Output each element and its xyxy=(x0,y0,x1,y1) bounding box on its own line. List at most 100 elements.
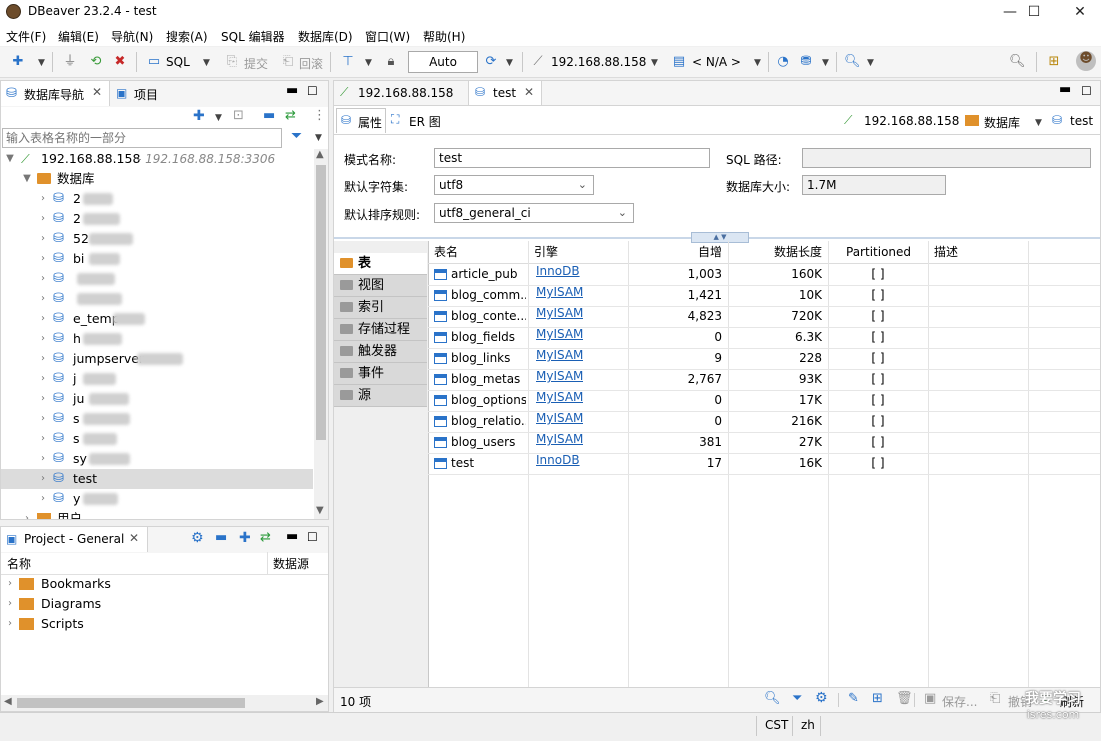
global-search-icon[interactable]: 🔍︎ xyxy=(1009,54,1026,70)
disconnect-icon[interactable]: ✖ xyxy=(112,54,128,70)
column-partitioned[interactable]: Partitioned xyxy=(846,241,911,263)
minimize-view-icon[interactable]: ▬ xyxy=(286,529,298,544)
table-row[interactable]: blog_users MyISAM 381 27K [ ] xyxy=(428,432,1100,453)
breadcrumb-connection[interactable]: 192.168.88.158 xyxy=(864,114,959,128)
editor-tab-test[interactable]: ⛁ test ✕ xyxy=(468,81,542,105)
new-folder-icon[interactable]: ⊡ xyxy=(233,108,244,123)
view-menu-icon[interactable]: ⋮ xyxy=(313,108,326,123)
tree-database-item[interactable]: › ⛁ xyxy=(1,289,313,309)
engine-link[interactable]: MyISAM xyxy=(536,303,583,324)
engine-link[interactable]: MyISAM xyxy=(536,387,583,408)
dashboard-icon[interactable]: ◔ xyxy=(775,54,791,70)
table-row[interactable]: blog_conte... MyISAM 4,823 720K [ ] xyxy=(428,306,1100,327)
partitioned-checkbox[interactable]: [ ] xyxy=(828,285,928,306)
tab-procedures[interactable]: 存储过程 xyxy=(334,319,427,341)
tree-database-item[interactable]: › ⛁ 52 xyxy=(1,229,313,249)
maximize-button[interactable]: ☐ xyxy=(1011,0,1057,24)
close-button[interactable]: ✕ xyxy=(1057,0,1101,24)
tab-tables[interactable]: 表 xyxy=(334,253,427,275)
partitioned-checkbox[interactable]: [ ] xyxy=(828,306,928,327)
tree-database-item[interactable]: › ⛁ h xyxy=(1,329,313,349)
sql-button[interactable]: SQL xyxy=(166,55,190,69)
search-icon[interactable]: 🔍︎ xyxy=(764,691,781,706)
add-row-icon[interactable]: ⊞ xyxy=(872,691,883,706)
transaction-mode-field[interactable]: Auto xyxy=(408,51,478,73)
partitioned-checkbox[interactable]: [ ] xyxy=(828,348,928,369)
transaction-mode-icon[interactable]: ⊤ xyxy=(340,54,356,70)
sql-path-field[interactable] xyxy=(802,148,1091,168)
gear-icon[interactable]: ⚙ xyxy=(815,690,828,706)
tree-database-item[interactable]: › ⛁ y xyxy=(1,489,313,509)
tab-events[interactable]: 事件 xyxy=(334,363,427,385)
close-icon[interactable]: ✕ xyxy=(129,531,139,545)
scrollbar-thumb[interactable] xyxy=(316,165,326,440)
menu-edit[interactable]: 编辑(E) xyxy=(58,28,99,45)
revert-button[interactable]: 撤销 xyxy=(1008,693,1032,710)
partitioned-checkbox[interactable]: [ ] xyxy=(828,453,928,474)
sql-editor-icon[interactable]: ▭ xyxy=(146,54,162,70)
table-row[interactable]: blog_options MyISAM 0 17K [ ] xyxy=(428,390,1100,411)
column-description[interactable]: 描述 xyxy=(934,241,958,263)
navigator-scrollbar[interactable]: ▲ ▼ xyxy=(314,149,328,519)
chevron-down-icon[interactable]: ▼ xyxy=(1035,118,1042,128)
partitioned-checkbox[interactable]: [ ] xyxy=(828,432,928,453)
table-row[interactable]: blog_comm... MyISAM 1,421 10K [ ] xyxy=(428,285,1100,306)
editor-tab-connection[interactable]: ⟋ 192.168.88.158 xyxy=(334,81,466,105)
maximize-view-icon[interactable]: ☐ xyxy=(1081,84,1092,98)
minimize-view-icon[interactable]: ▬ xyxy=(286,83,298,98)
chevron-down-icon[interactable]: ▼ xyxy=(365,58,372,68)
filter-icon[interactable]: ⏷ xyxy=(792,691,802,706)
history-icon[interactable]: ⟳ xyxy=(483,54,499,70)
tree-database-item[interactable]: › ⛁ j xyxy=(1,369,313,389)
engine-link[interactable]: MyISAM xyxy=(536,366,583,387)
menu-search[interactable]: 搜索(A) xyxy=(166,28,208,45)
project-item-scripts[interactable]: › Scripts xyxy=(1,614,301,634)
chevron-down-icon[interactable]: ▼ xyxy=(38,58,45,68)
close-icon[interactable]: ✕ xyxy=(92,85,102,99)
subtab-er-diagram[interactable]: ⛶ ER 图 xyxy=(389,108,447,133)
tree-database-item[interactable]: › ⛁ s xyxy=(1,409,313,429)
rollback-button[interactable]: 回滚 xyxy=(299,55,323,72)
delete-icon[interactable]: 🗑︎ xyxy=(896,691,913,706)
breadcrumb-folder[interactable]: 数据库 xyxy=(984,114,1020,131)
table-row[interactable]: blog_fields MyISAM 0 6.3K [ ] xyxy=(428,327,1100,348)
scrollbar-thumb[interactable] xyxy=(17,698,245,708)
partitioned-checkbox[interactable]: [ ] xyxy=(828,327,928,348)
table-row[interactable]: article_pub InnoDB 1,003 160K [ ] xyxy=(428,264,1100,285)
lock-icon[interactable]: 🔒︎ xyxy=(383,54,399,70)
tab-projects[interactable]: 项目 xyxy=(134,86,158,103)
expand-icon[interactable]: ✚ xyxy=(239,530,251,546)
collapse-all-icon[interactable]: ▬ xyxy=(263,108,275,123)
project-item-diagrams[interactable]: › Diagrams xyxy=(1,594,301,614)
engine-link[interactable]: MyISAM xyxy=(536,345,583,366)
tree-database-item[interactable]: › ⛁ jumpserver xyxy=(1,349,313,369)
tree-database-item[interactable]: › ⛁ s xyxy=(1,429,313,449)
tree-connection[interactable]: ▼ ⟋ 192.168.88.158 - 192.168.88.158:3306 xyxy=(1,149,313,169)
tab-database-navigator[interactable]: ⛁ 数据库导航 ✕ xyxy=(1,81,110,106)
chevron-down-icon[interactable]: ▼ xyxy=(754,58,761,68)
tree-database-item[interactable]: › ⛁ sy xyxy=(1,449,313,469)
db-size-field[interactable]: 1.7M xyxy=(802,175,946,195)
tree-folder-databases[interactable]: ▼ 数据库 xyxy=(1,169,313,189)
menu-navigate[interactable]: 导航(N) xyxy=(111,28,153,45)
engine-link[interactable]: MyISAM xyxy=(536,408,583,429)
refresh-button[interactable]: 刷新 xyxy=(1060,693,1084,710)
collation-select[interactable]: utf8_general_ci ⌄ xyxy=(434,203,634,223)
engine-link[interactable]: InnoDB xyxy=(536,450,580,471)
tree-database-item[interactable]: › ⛁ ju xyxy=(1,389,313,409)
engine-link[interactable]: MyISAM xyxy=(536,282,583,303)
subtab-properties[interactable]: ⛁ 属性 xyxy=(336,108,386,133)
menu-window[interactable]: 窗口(W) xyxy=(365,28,410,45)
active-schema-selector[interactable]: < N/A > xyxy=(692,55,741,69)
chevron-down-icon[interactable]: ▼ xyxy=(203,58,210,68)
tree-database-item[interactable]: › ⛁ e_temp xyxy=(1,309,313,329)
new-connection-icon[interactable]: ✚ xyxy=(193,108,205,124)
plug-icon[interactable]: ⏚ xyxy=(62,54,78,70)
maximize-view-icon[interactable]: ☐ xyxy=(307,530,318,544)
tree-database-item[interactable]: › ⛁ bi xyxy=(1,249,313,269)
table-row[interactable]: test InnoDB 17 16K [ ] xyxy=(428,453,1100,474)
chevron-down-icon[interactable]: ▼ xyxy=(822,58,829,68)
engine-link[interactable]: MyISAM xyxy=(536,324,583,345)
tree-folder-users[interactable]: › 用户 xyxy=(1,509,313,519)
tree-database-item[interactable]: › ⛁ 2 xyxy=(1,189,313,209)
